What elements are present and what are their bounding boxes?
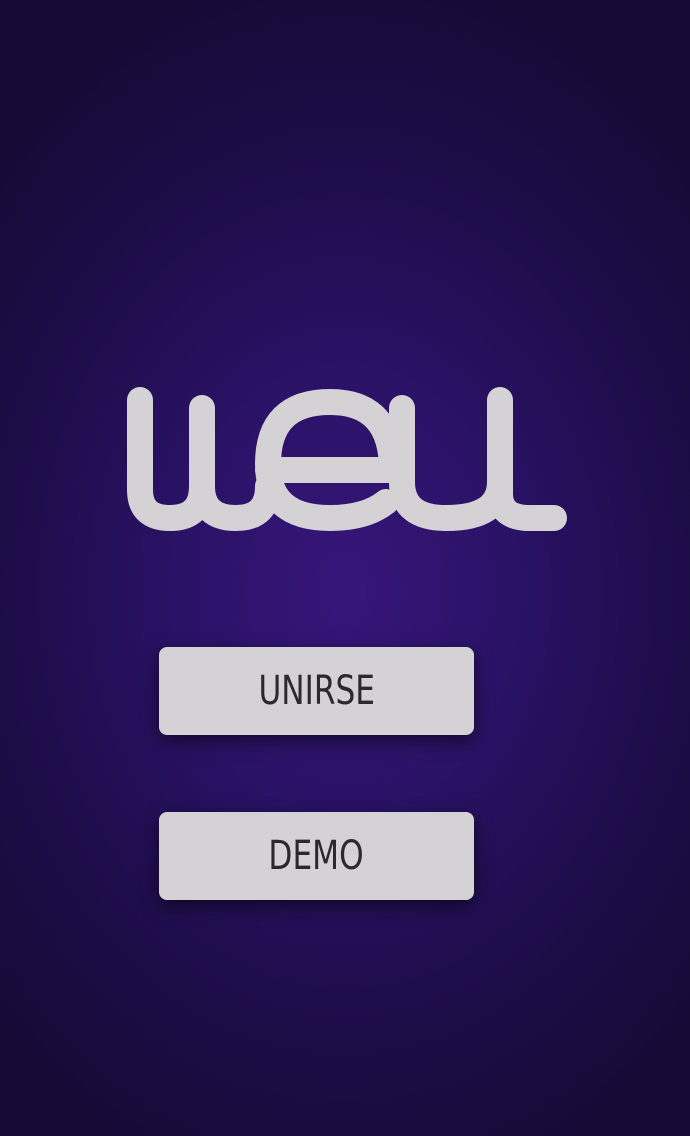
demo-button-label: DEMO bbox=[268, 833, 365, 879]
welcome-screen: weu UNIRSE DEMO bbox=[0, 0, 690, 1136]
demo-button[interactable]: DEMO bbox=[159, 812, 474, 900]
join-button-label: UNIRSE bbox=[258, 668, 375, 714]
weu-logo-mark bbox=[127, 387, 567, 531]
weu-logo: weu bbox=[118, 378, 578, 548]
join-button[interactable]: UNIRSE bbox=[159, 647, 474, 735]
